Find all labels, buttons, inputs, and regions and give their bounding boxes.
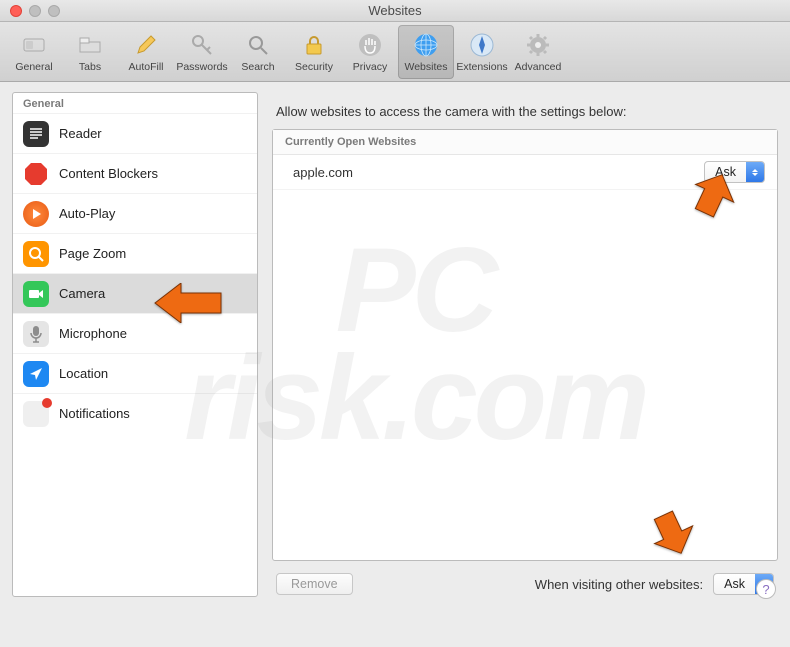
remove-button[interactable]: Remove	[276, 573, 353, 595]
toolbar-label: Advanced	[515, 61, 562, 73]
sidebar-item-label: Page Zoom	[59, 246, 126, 261]
stop-icon	[23, 161, 49, 187]
sidebar-item-notifications[interactable]: Notifications	[13, 393, 257, 433]
sidebar-item-label: Auto-Play	[59, 206, 115, 221]
toolbar-label: Privacy	[353, 61, 387, 73]
toolbar-item-passwords[interactable]: Passwords	[174, 25, 230, 79]
sidebar: General Reader Content Blockers Auto-Pla…	[12, 92, 258, 597]
sidebar-item-label: Microphone	[59, 326, 127, 341]
sidebar-item-label: Location	[59, 366, 108, 381]
preferences-toolbar: General Tabs AutoFill Passwords Search S…	[0, 22, 790, 82]
sidebar-item-label: Content Blockers	[59, 166, 158, 181]
toolbar-label: Websites	[405, 61, 448, 73]
toolbar-item-general[interactable]: General	[6, 25, 62, 79]
toolbar-label: General	[15, 61, 52, 73]
permission-select[interactable]: Ask	[704, 161, 765, 183]
panel-footer: Remove When visiting other websites: Ask	[272, 561, 778, 597]
select-value: Ask	[705, 165, 746, 179]
other-websites-label: When visiting other websites:	[535, 577, 703, 592]
zoom-icon	[23, 241, 49, 267]
right-pane: Allow websites to access the camera with…	[272, 92, 778, 597]
camera-icon	[23, 281, 49, 307]
toolbar-item-security[interactable]: Security	[286, 25, 342, 79]
sidebar-header: General	[13, 93, 257, 113]
key-icon	[188, 31, 216, 59]
toolbar-item-autofill[interactable]: AutoFill	[118, 25, 174, 79]
toolbar-item-privacy[interactable]: Privacy	[342, 25, 398, 79]
reader-icon	[23, 121, 49, 147]
website-domain: apple.com	[293, 165, 696, 180]
sidebar-item-contentblockers[interactable]: Content Blockers	[13, 153, 257, 193]
switch-icon	[20, 31, 48, 59]
chevron-updown-icon	[746, 162, 764, 182]
toolbar-label: Extensions	[456, 61, 507, 73]
tabs-icon	[76, 31, 104, 59]
sidebar-item-microphone[interactable]: Microphone	[13, 313, 257, 353]
toolbar-label: Search	[241, 61, 274, 73]
sidebar-item-camera[interactable]: Camera	[13, 273, 257, 313]
play-icon	[23, 201, 49, 227]
sidebar-item-location[interactable]: Location	[13, 353, 257, 393]
lock-icon	[300, 31, 328, 59]
search-icon	[244, 31, 272, 59]
pane-heading: Allow websites to access the camera with…	[272, 92, 778, 129]
notifications-icon	[23, 401, 49, 427]
compass-icon	[468, 31, 496, 59]
toolbar-item-advanced[interactable]: Advanced	[510, 25, 566, 79]
select-value: Ask	[714, 577, 755, 591]
toolbar-label: AutoFill	[128, 61, 163, 73]
sidebar-item-label: Camera	[59, 286, 105, 301]
toolbar-item-search[interactable]: Search	[230, 25, 286, 79]
panel-header: Currently Open Websites	[273, 130, 777, 155]
website-row[interactable]: apple.com Ask	[273, 155, 777, 190]
sidebar-item-label: Reader	[59, 126, 102, 141]
websites-panel: Currently Open Websites apple.com Ask	[272, 129, 778, 561]
toolbar-label: Tabs	[79, 61, 101, 73]
microphone-icon	[23, 321, 49, 347]
location-icon	[23, 361, 49, 387]
sidebar-item-pagezoom[interactable]: Page Zoom	[13, 233, 257, 273]
hand-icon	[356, 31, 384, 59]
help-button[interactable]: ?	[756, 579, 776, 599]
sidebar-item-autoplay[interactable]: Auto-Play	[13, 193, 257, 233]
toolbar-label: Security	[295, 61, 333, 73]
toolbar-label: Passwords	[176, 61, 227, 73]
gear-icon	[524, 31, 552, 59]
window-title: Websites	[0, 3, 790, 18]
sidebar-item-reader[interactable]: Reader	[13, 113, 257, 153]
toolbar-item-tabs[interactable]: Tabs	[62, 25, 118, 79]
pencil-icon	[132, 31, 160, 59]
sidebar-item-label: Notifications	[59, 406, 130, 421]
titlebar: Websites	[0, 0, 790, 22]
globe-icon	[412, 31, 440, 59]
toolbar-item-extensions[interactable]: Extensions	[454, 25, 510, 79]
toolbar-item-websites[interactable]: Websites	[398, 25, 454, 79]
content-area: General Reader Content Blockers Auto-Pla…	[0, 82, 790, 607]
